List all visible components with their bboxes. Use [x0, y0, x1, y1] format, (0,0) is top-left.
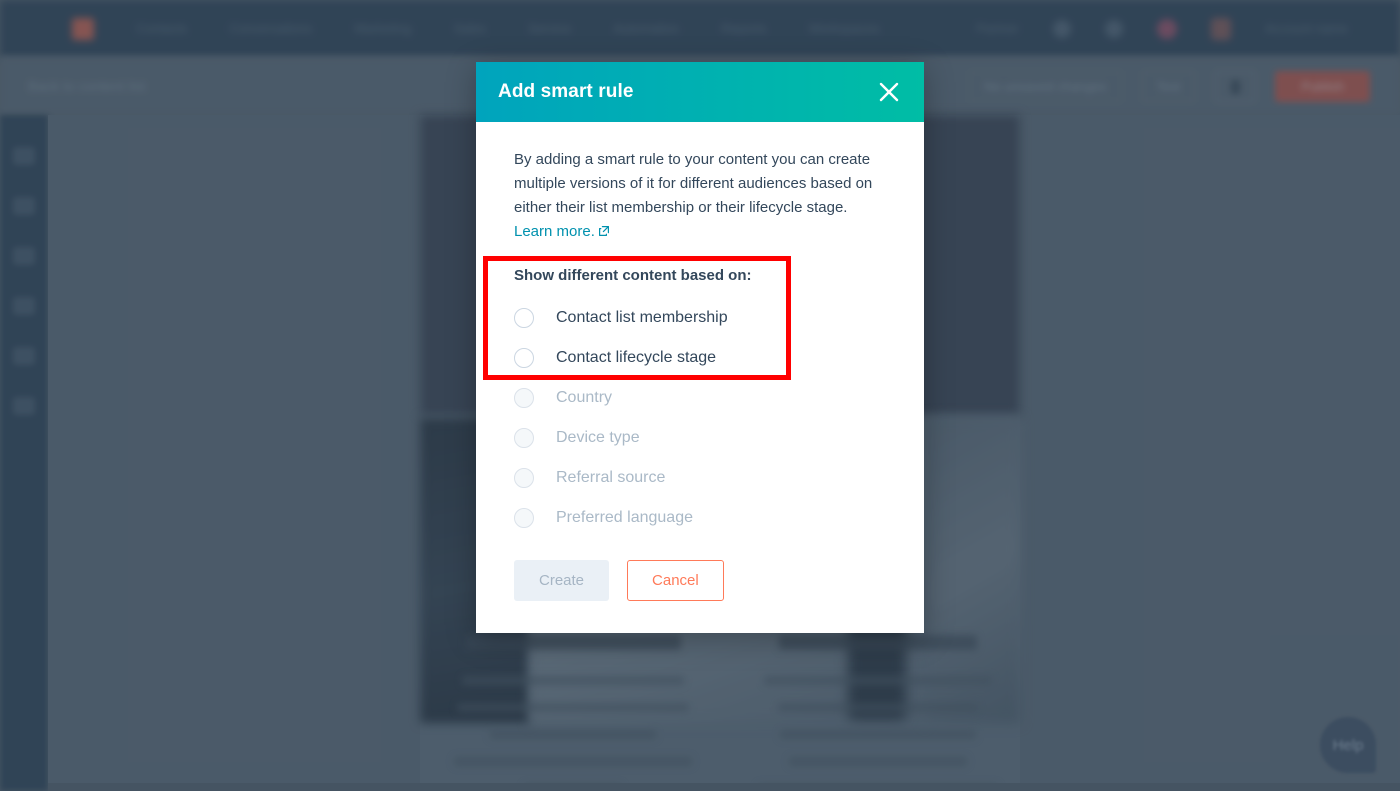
- radio-icon[interactable]: [514, 348, 534, 368]
- learn-more-link[interactable]: Learn more.: [514, 223, 595, 240]
- option-label: Preferred language: [556, 509, 693, 526]
- cancel-button[interactable]: Cancel: [627, 560, 724, 601]
- option-label: Country: [556, 389, 613, 406]
- description-text: By adding a smart rule to your content y…: [514, 151, 873, 216]
- dialog-body: By adding a smart rule to your content y…: [476, 122, 924, 538]
- close-icon[interactable]: [876, 79, 902, 105]
- options-heading: Show different content based on:: [514, 267, 752, 284]
- option-label: Contact list membership: [556, 309, 728, 326]
- option-contact-list-membership[interactable]: Contact list membership: [514, 298, 886, 338]
- option-label: Referral source: [556, 469, 666, 486]
- rule-options-group: Show different content based on: Contact…: [514, 267, 886, 538]
- radio-icon: [514, 508, 534, 528]
- option-country: Country: [514, 378, 886, 418]
- option-device-type: Device type: [514, 418, 886, 458]
- radio-icon[interactable]: [514, 308, 534, 328]
- option-preferred-language: Preferred language: [514, 498, 886, 538]
- option-contact-lifecycle-stage[interactable]: Contact lifecycle stage: [514, 338, 886, 378]
- application-window: Contacts Conversations Marketing Sales S…: [0, 0, 1400, 791]
- dialog-footer: Create Cancel: [476, 538, 924, 633]
- dialog-title: Add smart rule: [498, 81, 634, 102]
- option-referral-source: Referral source: [514, 458, 886, 498]
- option-label: Contact lifecycle stage: [556, 349, 717, 366]
- add-smart-rule-dialog: Add smart rule By adding a smart rule to…: [476, 62, 924, 633]
- dialog-description: By adding a smart rule to your content y…: [514, 148, 876, 245]
- option-label: Device type: [556, 429, 640, 446]
- external-link-icon[interactable]: [598, 221, 610, 245]
- create-button[interactable]: Create: [514, 560, 610, 601]
- radio-icon: [514, 428, 534, 448]
- radio-icon: [514, 468, 534, 488]
- radio-icon: [514, 388, 534, 408]
- dialog-header: Add smart rule: [476, 62, 924, 122]
